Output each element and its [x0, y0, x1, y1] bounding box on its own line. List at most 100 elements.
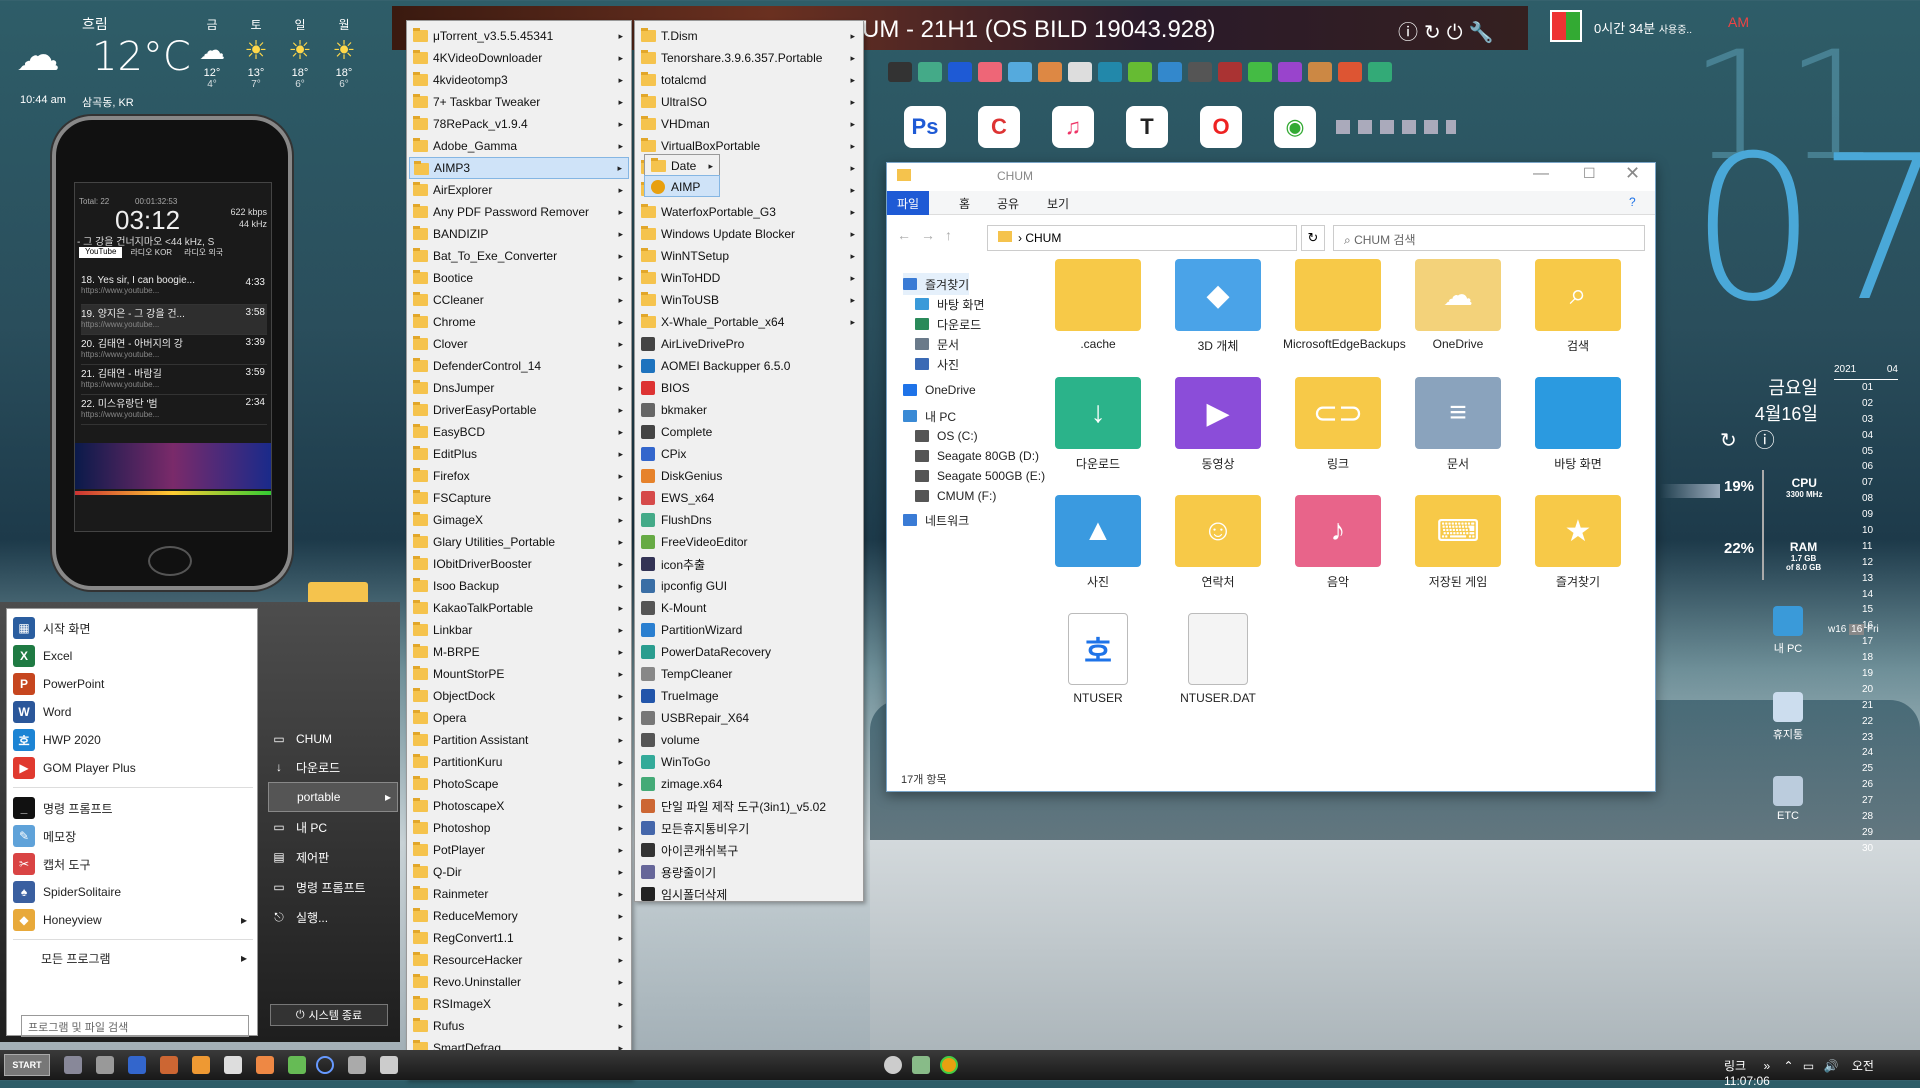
volume-bar[interactable]	[75, 491, 271, 495]
menu-item[interactable]: ObjectDock ▸	[409, 685, 629, 707]
tab-share[interactable]: 공유	[997, 195, 1019, 212]
file-item[interactable]: ⌨ 저장된 게임	[1403, 495, 1513, 590]
menu-item[interactable]: WinToUSB ▸	[637, 289, 861, 311]
start-item[interactable]: ◆ Honeyview ▸	[13, 905, 253, 935]
menu-item[interactable]: ReduceMemory ▸	[409, 905, 629, 927]
file-item[interactable]: ⌕ 검색	[1523, 259, 1633, 354]
app-icon[interactable]	[224, 1056, 242, 1074]
start-item[interactable]: ▶ GOM Player Plus	[13, 753, 253, 783]
menu-item[interactable]: Glary Utilities_Portable ▸	[409, 531, 629, 553]
app-icon[interactable]	[1068, 62, 1092, 82]
menu-item[interactable]: Isoo Backup ▸	[409, 575, 629, 597]
tab-file[interactable]: 파일	[887, 191, 929, 215]
tab-view[interactable]: 보기	[1047, 195, 1069, 212]
menu-item[interactable]: ipconfig GUI	[637, 575, 861, 597]
menu-item[interactable]: AirLiveDrivePro	[637, 333, 861, 355]
menu-item[interactable]: Tenorshare.3.9.6.357.Portable ▸	[637, 47, 861, 69]
links-toolbar[interactable]: 링크	[1724, 1059, 1746, 1073]
file-item[interactable]: .cache	[1043, 259, 1153, 351]
menu-item[interactable]: AirExplorer ▸	[409, 179, 629, 201]
start-item[interactable]: ▦ 시작 화면	[13, 613, 253, 643]
taskbar-clock[interactable]: 오전 11:07:06	[1724, 1059, 1874, 1088]
task-view-icon[interactable]	[64, 1056, 82, 1074]
playlist-item[interactable]: 22. 미스유랑단 '범 2:34 https://www.youtube...	[81, 395, 267, 425]
menu-item[interactable]: VHDman ▸	[637, 113, 861, 135]
menu-item[interactable]: Adobe_Gamma ▸	[409, 135, 629, 157]
start-right-portable[interactable]: portable ▸	[268, 782, 398, 812]
menu-item[interactable]: totalcmd ▸	[637, 69, 861, 91]
menu-item[interactable]: TempCleaner	[637, 663, 861, 685]
menu-item[interactable]: Chrome ▸	[409, 311, 629, 333]
start-right-run[interactable]: ⎋ 실행...	[268, 902, 398, 932]
file-item[interactable]: ♪ 음악	[1283, 495, 1393, 590]
nav-item[interactable]: Seagate 500GB (E:)	[915, 465, 1045, 487]
file-item[interactable]: ☺ 연락처	[1163, 495, 1273, 590]
menu-item[interactable]: FreeVideoEditor	[637, 531, 861, 553]
address-bar[interactable]: › CHUM	[987, 225, 1297, 251]
file-item[interactable]: 호 NTUSER	[1043, 613, 1153, 705]
shutdown-button[interactable]: ⏻ 시스템 종료	[270, 1004, 388, 1026]
menu-item[interactable]: RSImageX ▸	[409, 993, 629, 1015]
file-item[interactable]: ▲ 사진	[1043, 495, 1153, 590]
menu-item[interactable]: PartitionKuru ▸	[409, 751, 629, 773]
menu-item[interactable]: PotPlayer ▸	[409, 839, 629, 861]
nav-item[interactable]: 다운로드	[915, 313, 981, 335]
menu-item[interactable]: WaterfoxPortable_G3 ▸	[637, 201, 861, 223]
help-icon[interactable]: ?	[1629, 195, 1636, 209]
app-icon[interactable]	[288, 1056, 306, 1074]
tab-radio-foreign[interactable]: 라디오 외국	[180, 247, 227, 258]
menu-item[interactable]: Firefox ▸	[409, 465, 629, 487]
menu-item[interactable]: Complete	[637, 421, 861, 443]
nav-item[interactable]: 즐겨찾기	[903, 273, 970, 295]
app-icon[interactable]	[1158, 62, 1182, 82]
menu-item[interactable]: icon추출	[637, 553, 861, 575]
menu-item[interactable]: PartitionWizard	[637, 619, 861, 641]
start-search-input[interactable]: 프로그램 및 파일 검색	[21, 1015, 249, 1037]
banner-controls[interactable]: ⓘ↻⏻🔧	[1398, 16, 1500, 45]
file-item[interactable]: ★ 즐겨찾기	[1523, 495, 1633, 590]
app-icon[interactable]	[1098, 62, 1122, 82]
file-item[interactable]: 바탕 화면	[1523, 377, 1633, 472]
playlist-item[interactable]: 21. 김태연 - 바람길 3:59 https://www.youtube...	[81, 365, 267, 395]
nav-item[interactable]: Seagate 80GB (D:)	[915, 445, 1039, 467]
app-icon[interactable]	[256, 1056, 274, 1074]
search-input[interactable]: ⌕ CHUM 검색	[1333, 225, 1645, 251]
menu-item[interactable]: 7+ Taskbar Tweaker ▸	[409, 91, 629, 113]
menu-item[interactable]: RegConvert1.1 ▸	[409, 927, 629, 949]
nav-item[interactable]: 사진	[915, 353, 959, 375]
menu-item[interactable]: Photoshop ▸	[409, 817, 629, 839]
start-right-chum[interactable]: ▭ CHUM	[268, 724, 398, 754]
menu-item-date[interactable]: Date ▸	[644, 154, 720, 176]
gear-icon[interactable]	[96, 1056, 114, 1074]
menu-item[interactable]: 단일 파일 제작 도구(3in1)_v5.02	[637, 795, 861, 817]
aimp-icon[interactable]	[940, 1056, 958, 1074]
app-icon[interactable]	[1278, 62, 1302, 82]
menu-item-aimp[interactable]: AIMP	[644, 175, 720, 197]
menu-item[interactable]: TrueImage	[637, 685, 861, 707]
ccleaner-icon[interactable]: C	[978, 106, 1020, 148]
menu-item[interactable]: CCleaner ▸	[409, 289, 629, 311]
file-item[interactable]: NTUSER.DAT	[1163, 613, 1273, 705]
menu-item[interactable]: Opera ▸	[409, 707, 629, 729]
menu-item[interactable]: AOMEI Backupper 6.5.0	[637, 355, 861, 377]
menu-item[interactable]: WinToGo	[637, 751, 861, 773]
app-icon[interactable]	[1338, 62, 1362, 82]
nav-item[interactable]: OneDrive	[903, 379, 976, 401]
menu-item[interactable]: Partition Assistant ▸	[409, 729, 629, 751]
desktop-pc[interactable]: 내 PC	[1758, 606, 1818, 656]
start-item[interactable]: 호 HWP 2020	[13, 725, 253, 755]
maximize-icon[interactable]: ☐	[1583, 165, 1596, 182]
all-programs[interactable]: 모든 프로그램 ▸	[13, 943, 253, 973]
photoshop-icon[interactable]: Ps	[904, 106, 946, 148]
file-item[interactable]: ↓ 다운로드	[1043, 377, 1153, 472]
menu-item[interactable]: PhotoScape ▸	[409, 773, 629, 795]
menu-item[interactable]: WinNTSetup ▸	[637, 245, 861, 267]
nav-buttons[interactable]: ←→↑	[897, 227, 962, 243]
file-item[interactable]: MicrosoftEdgeBackups	[1283, 259, 1406, 351]
desktop-etc[interactable]: ETC	[1758, 776, 1818, 822]
app-icon[interactable]	[1008, 62, 1032, 82]
menu-item[interactable]: DiskGenius	[637, 465, 861, 487]
nav-item[interactable]: 네트워크	[903, 509, 969, 531]
nav-item[interactable]: 바탕 화면	[915, 293, 985, 315]
player-tabs[interactable]: YouTube 라디오 KOR 라디오 외국	[79, 247, 227, 258]
